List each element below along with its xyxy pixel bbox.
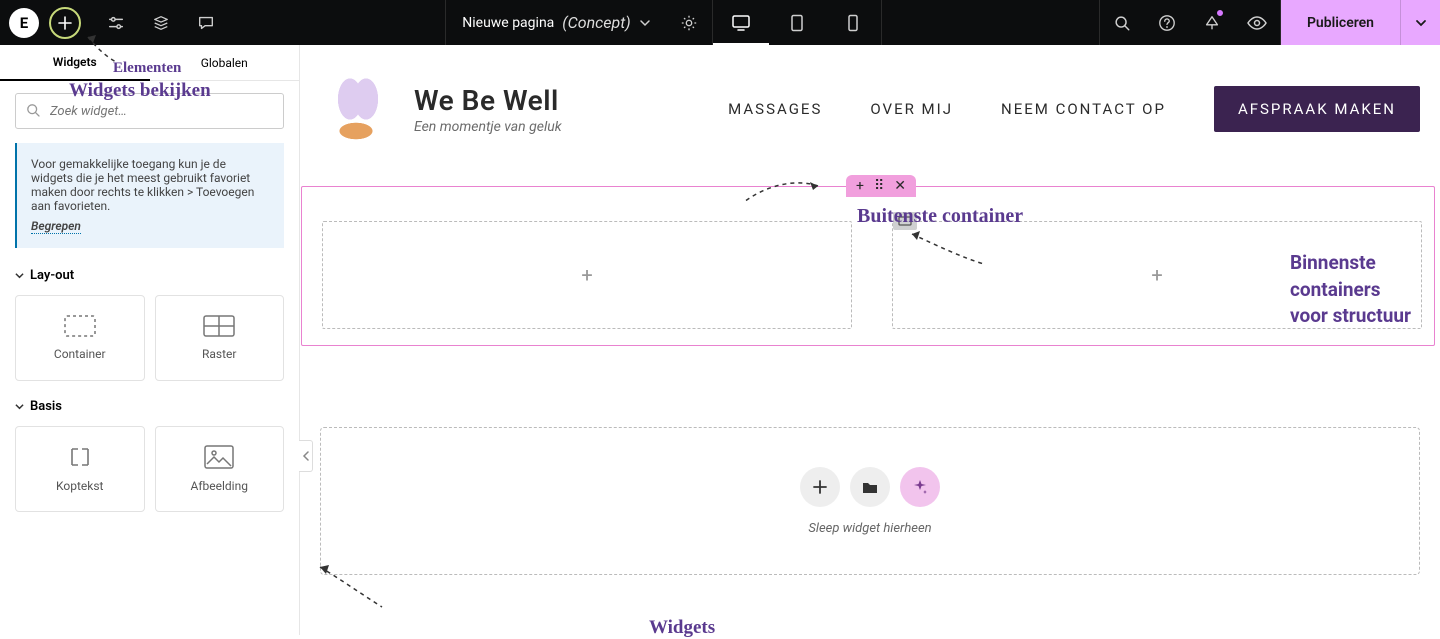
elementor-logo[interactable]: E: [9, 8, 39, 38]
outer-container[interactable]: + ⠿ ✕ + +: [301, 186, 1435, 346]
page-title-dropdown[interactable]: Nieuwe pagina (Concept): [446, 0, 666, 45]
settings-icon[interactable]: [93, 0, 138, 45]
favorites-tip: Voor gemakkelijke toegang kun je de widg…: [15, 143, 284, 248]
device-mobile[interactable]: [825, 0, 881, 45]
structure-icon[interactable]: [138, 0, 183, 45]
brand-tagline: Een momentje van geluk: [414, 119, 562, 135]
collapse-panel[interactable]: [299, 440, 313, 472]
container-close[interactable]: ✕: [894, 179, 906, 193]
widget-heading[interactable]: Koptekst: [15, 426, 145, 512]
comments-icon[interactable]: [183, 0, 228, 45]
container-toolbar: + ⠿ ✕: [846, 175, 916, 197]
add-widget-plus[interactable]: +: [581, 263, 592, 287]
device-tablet[interactable]: [769, 0, 825, 45]
widget-grid[interactable]: Raster: [155, 295, 285, 381]
search-widget-input[interactable]: [15, 93, 284, 129]
container-drag[interactable]: ⠿: [874, 179, 884, 193]
plus-icon: [57, 15, 73, 31]
inner-container-left[interactable]: +: [322, 221, 852, 329]
search-icon[interactable]: [1100, 0, 1145, 45]
nav-link[interactable]: MASSAGES: [728, 100, 822, 118]
notifications-icon[interactable]: [1190, 0, 1235, 45]
folder-icon: [862, 480, 878, 494]
tab-widgets[interactable]: Widgets: [0, 45, 150, 81]
section-layout-toggle[interactable]: Lay-out: [15, 268, 284, 283]
chevron-down-icon: [639, 17, 651, 29]
page-settings-icon[interactable]: [667, 0, 712, 45]
template-library-button[interactable]: [850, 467, 890, 507]
site-logo[interactable]: [320, 69, 390, 149]
publish-button[interactable]: Publiceren: [1281, 0, 1400, 45]
inner-container-handle[interactable]: [893, 212, 917, 230]
inner-container-right[interactable]: +: [892, 221, 1422, 329]
add-widget-plus[interactable]: +: [1151, 263, 1162, 287]
chevron-left-icon: [302, 451, 310, 461]
cta-button[interactable]: AFSPRAAK MAKEN: [1214, 86, 1420, 132]
nav-link[interactable]: NEEM CONTACT OP: [1001, 100, 1166, 118]
sparkle-icon: [912, 479, 928, 495]
help-icon[interactable]: [1145, 0, 1190, 45]
tip-text: Voor gemakkelijke toegang kun je de widg…: [31, 157, 270, 213]
publish-options[interactable]: [1400, 0, 1440, 45]
container-add[interactable]: +: [856, 179, 864, 193]
drop-area[interactable]: Sleep widget hierheen: [320, 427, 1420, 575]
section-basic-toggle[interactable]: Basis: [15, 399, 284, 414]
site-header: We Be Well Een momentje van geluk MASSAG…: [320, 65, 1420, 153]
plus-icon: [812, 479, 828, 495]
page-title: Nieuwe pagina: [462, 15, 554, 31]
notification-dot: [1216, 9, 1224, 17]
add-element-button[interactable]: [49, 7, 81, 39]
page-status: (Concept): [562, 13, 630, 32]
tip-dismiss[interactable]: Begrepen: [31, 219, 81, 234]
preview-icon[interactable]: [1235, 0, 1280, 45]
annotation-widgets: Widgets: [649, 617, 715, 639]
widgets-panel: Widgets Globalen Voor gemakkelijke toega…: [0, 45, 300, 635]
widget-container[interactable]: Container: [15, 295, 145, 381]
chevron-down-icon: [1415, 17, 1427, 29]
device-desktop[interactable]: [713, 0, 769, 45]
brand-title: We Be Well: [414, 84, 562, 117]
nav-link[interactable]: OVER MIJ: [870, 100, 953, 118]
caret-down-icon: [15, 271, 24, 280]
editor-canvas[interactable]: We Be Well Een momentje van geluk MASSAG…: [300, 45, 1440, 635]
search-icon: [25, 102, 41, 122]
caret-down-icon: [15, 402, 24, 411]
tab-globals[interactable]: Globalen: [150, 45, 300, 81]
ai-button[interactable]: [900, 467, 940, 507]
add-section-button[interactable]: [800, 467, 840, 507]
drop-hint: Sleep widget hierheen: [808, 521, 931, 536]
widget-image[interactable]: Afbeelding: [155, 426, 285, 512]
